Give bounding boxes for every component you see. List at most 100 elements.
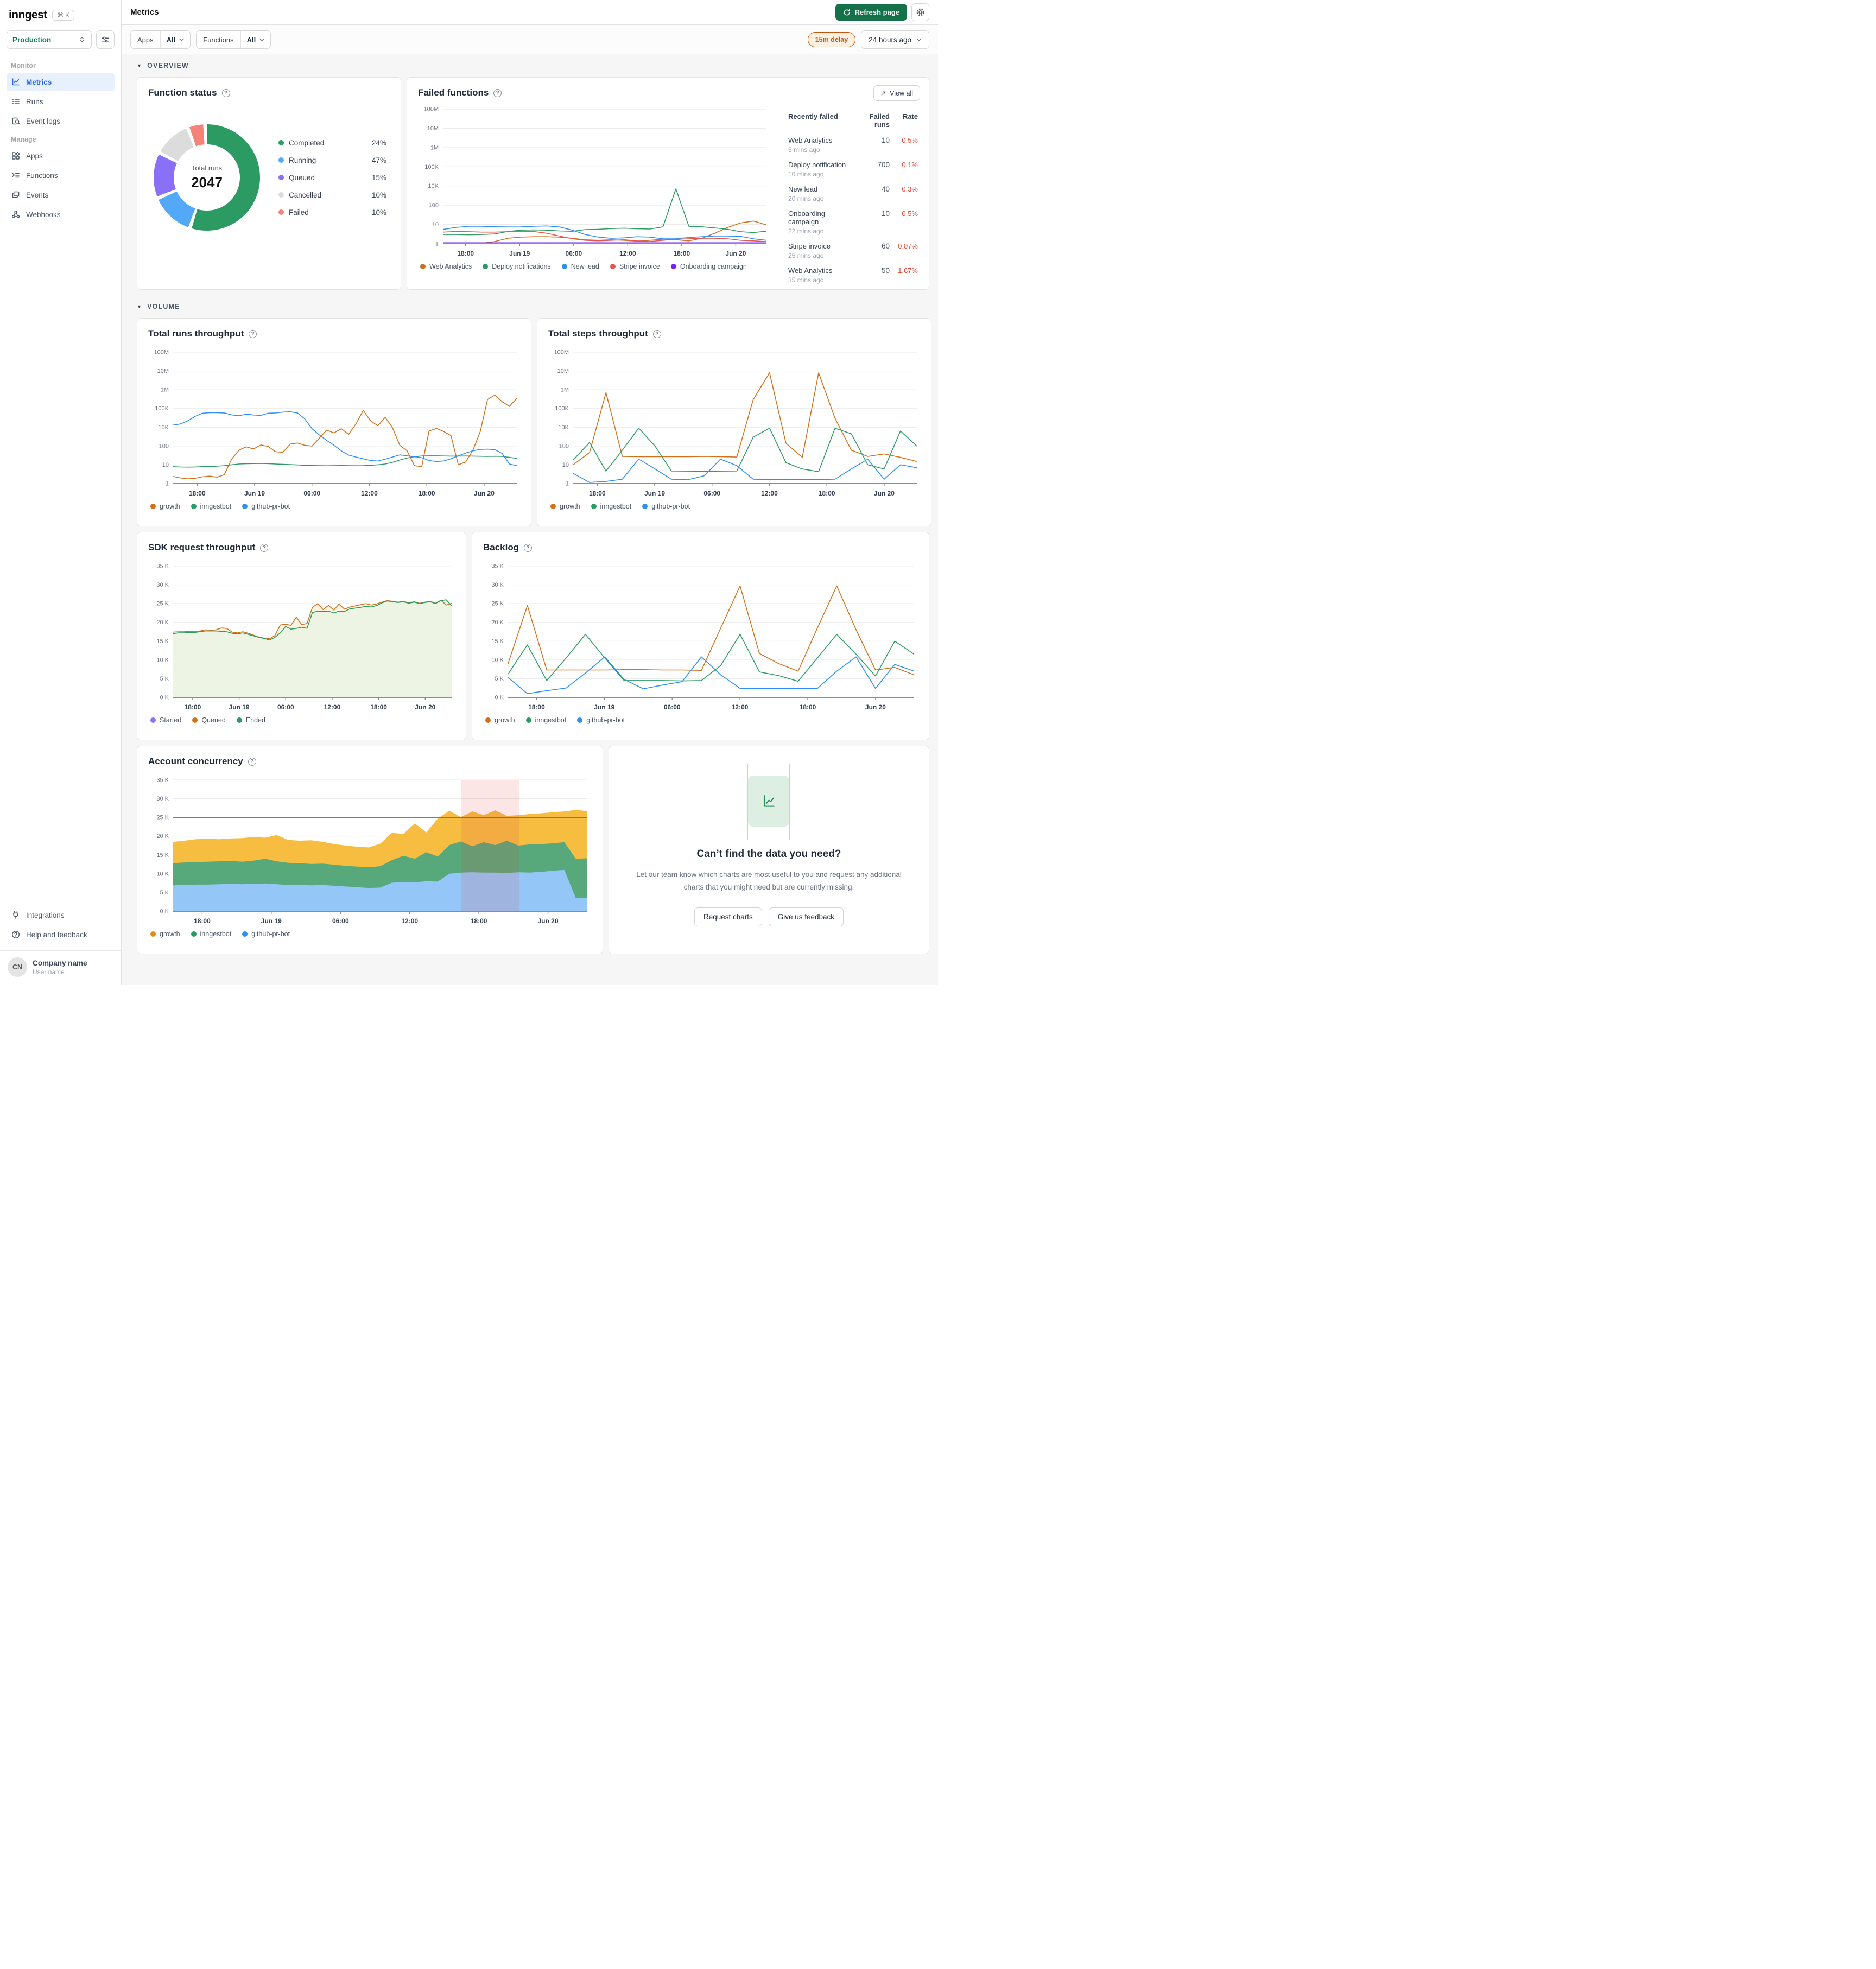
view-all-button[interactable]: ↗ View all <box>873 85 920 101</box>
sidebar-item-integrations[interactable]: Integrations <box>7 906 115 924</box>
functions-filter[interactable]: Functions All <box>196 30 271 49</box>
help-icon[interactable]: ? <box>260 543 269 552</box>
svg-text:12:00: 12:00 <box>761 490 778 497</box>
svg-text:06:00: 06:00 <box>664 703 681 711</box>
logo-row: inngest ⌘ K <box>7 8 115 30</box>
legend-item: Queued 15% <box>278 174 386 182</box>
request-charts-card: Can’t find the data you need? Let our te… <box>609 746 929 954</box>
chart-legend: Started Queued Ended <box>148 716 455 724</box>
sidebar-item-runs[interactable]: Runs <box>7 92 115 111</box>
total-steps-chart: 100M 10M 1M 100K 10K 100 10 1 18:00 Jun 19 06:00 12… <box>548 347 920 500</box>
svg-text:100: 100 <box>429 202 439 209</box>
concurrency-card: Account concurrency? 35 K 30 K 25 K 20 K 15 … <box>137 746 603 954</box>
concurrency-chart: 35 K 30 K 25 K 20 K 15 K 10 K 5 K 0 K 18:00 Jun 1… <box>148 774 592 928</box>
svg-text:10K: 10K <box>558 424 569 431</box>
svg-text:20 K: 20 K <box>491 619 504 626</box>
sidebar-item-webhooks[interactable]: Webhooks <box>7 205 115 224</box>
sidebar-item-event-logs[interactable]: Event logs <box>7 112 115 130</box>
svg-text:18:00: 18:00 <box>819 490 835 497</box>
svg-text:Jun 20: Jun 20 <box>415 703 435 711</box>
svg-text:10K: 10K <box>158 424 169 431</box>
legend-item: github-pr-bot <box>242 930 290 938</box>
table-row[interactable]: Stripe invoice 25 mins ago 60 0.07% <box>788 242 918 259</box>
legend-item: growth <box>150 503 180 510</box>
svg-text:5 K: 5 K <box>160 890 169 896</box>
svg-text:1: 1 <box>566 481 569 487</box>
svg-text:18:00: 18:00 <box>419 490 435 497</box>
legend-item: growth <box>150 930 180 938</box>
help-icon[interactable]: ? <box>249 329 257 338</box>
help-icon[interactable]: ? <box>652 329 661 338</box>
sdk-requests-chart: 35 K 30 K 25 K 20 K 15 K 10 K 5 K 0 K 18:00 Jun 1… <box>148 561 455 714</box>
runs-icon <box>12 99 20 104</box>
donut-center-label: Total runs <box>191 164 223 172</box>
cta-title: Can’t find the data you need? <box>696 848 841 860</box>
total-steps-card: Total steps throughput? 100M 10M 1M 100K 10K… <box>537 318 931 526</box>
help-icon[interactable]: ? <box>221 88 230 97</box>
company-name: Company name <box>33 958 87 967</box>
refresh-page-button[interactable]: Refresh page <box>835 4 907 21</box>
svg-text:12:00: 12:00 <box>619 250 636 257</box>
chart-legend: growth inngestbot github-pr-bot <box>548 503 920 510</box>
apps-icon <box>12 152 20 160</box>
external-link-icon: ↗ <box>880 90 886 97</box>
give-feedback-button[interactable]: Give us feedback <box>768 907 844 926</box>
sidebar-item-metrics[interactable]: Metrics <box>7 73 115 91</box>
svg-text:15 K: 15 K <box>156 638 169 645</box>
legend-item: growth <box>550 503 580 510</box>
sdk-requests-card: SDK request throughput? 35 K 30 K 25 K 20 K… <box>137 532 466 740</box>
table-row[interactable]: Web Analytics 5 mins ago 10 0.5% <box>788 136 918 154</box>
table-row[interactable]: Onboarding campaign 22 mins ago 10 0.5% <box>788 209 918 235</box>
card-title: Backlog <box>483 542 519 552</box>
command-k-shortcut[interactable]: ⌘ K <box>52 10 74 21</box>
help-icon[interactable]: ? <box>524 543 533 552</box>
svg-text:06:00: 06:00 <box>303 490 320 497</box>
sidebar-item-apps[interactable]: Apps <box>7 147 115 165</box>
overview-section-header[interactable]: ▼ OVERVIEW <box>137 54 929 77</box>
sidebar-item-functions[interactable]: Functions <box>7 166 115 185</box>
help-icon[interactable]: ? <box>493 88 502 97</box>
table-row[interactable]: Deploy notification 10 mins ago 700 0.1% <box>788 161 918 178</box>
request-charts-button[interactable]: Request charts <box>694 907 762 926</box>
svg-text:25 K: 25 K <box>491 601 504 607</box>
sidebar-item-label: Functions <box>26 171 58 180</box>
svg-text:100: 100 <box>559 443 569 449</box>
sidebar-item-label: Metrics <box>26 78 52 86</box>
svg-text:Jun 20: Jun 20 <box>537 917 558 925</box>
environment-selector[interactable]: Production <box>7 30 92 49</box>
svg-text:10M: 10M <box>157 368 169 374</box>
svg-text:10: 10 <box>162 462 169 468</box>
legend-item: New lead <box>561 263 599 270</box>
table-row[interactable]: Web Analytics 35 mins ago 50 1.67% <box>788 266 918 284</box>
svg-text:1: 1 <box>435 241 439 247</box>
svg-text:1M: 1M <box>561 387 569 393</box>
legend-item: growth <box>485 716 515 724</box>
tile-guide-line <box>789 764 790 840</box>
svg-text:18:00: 18:00 <box>800 703 816 711</box>
sidebar-item-events[interactable]: Events <box>7 186 115 204</box>
functions-icon <box>12 173 20 178</box>
svg-text:06:00: 06:00 <box>332 917 349 925</box>
time-range-selector[interactable]: 24 hours ago <box>861 30 929 49</box>
apps-filter[interactable]: Apps All <box>130 30 191 49</box>
svg-text:18:00: 18:00 <box>673 250 690 257</box>
svg-text:100K: 100K <box>555 405 569 412</box>
settings-button[interactable] <box>911 3 929 21</box>
chart-legend: growth inngestbot github-pr-bot <box>483 716 918 724</box>
function-status-card: Function status ? Total runs 2047 Comple… <box>137 77 401 290</box>
avatar: CN <box>8 957 27 977</box>
functions-filter-label: Functions <box>203 35 234 44</box>
apps-filter-label: Apps <box>137 35 154 44</box>
account-switcher[interactable]: CN Company name User name <box>0 950 121 981</box>
legend-item: github-pr-bot <box>242 503 290 510</box>
help-icon[interactable]: ? <box>248 757 256 766</box>
sidebar-item-help-feedback[interactable]: Help and feedback <box>7 925 115 944</box>
table-row[interactable]: New lead 20 mins ago 40 0.3% <box>788 185 918 202</box>
svg-text:35 K: 35 K <box>156 563 169 570</box>
donut-center-value: 2047 <box>191 174 223 190</box>
up-down-chevron-icon <box>80 37 84 42</box>
environment-filter-button[interactable] <box>96 30 115 49</box>
svg-text:1M: 1M <box>161 387 169 393</box>
svg-text:18:00: 18:00 <box>589 490 606 497</box>
volume-section-header[interactable]: ▼ VOLUME <box>137 295 929 318</box>
